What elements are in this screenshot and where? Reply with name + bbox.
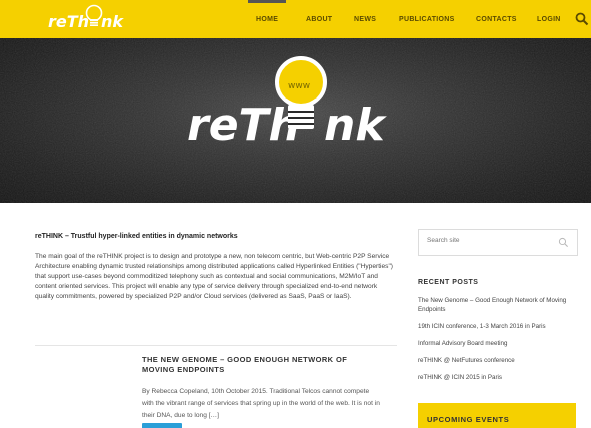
nav-contacts[interactable]: CONTACTS bbox=[476, 0, 517, 38]
recent-post-link[interactable]: reTHINK @ ICIN 2015 in Paris bbox=[418, 373, 583, 382]
recent-post-link[interactable]: 19th ICIN conference, 1-3 March 2016 in … bbox=[418, 322, 583, 331]
upcoming-events-heading: UPCOMING EVENTS bbox=[427, 415, 510, 424]
svg-text:reTh: reTh bbox=[187, 100, 300, 151]
recent-post-link[interactable]: The New Genome – Good Enough Network of … bbox=[418, 296, 583, 314]
recent-post-link[interactable]: Informal Advisory Board meeting bbox=[418, 339, 583, 348]
recent-post-link[interactable]: reTHINK @ NetFutures conference bbox=[418, 356, 583, 365]
hero-banner: reThink reTh nk ᴡᴡᴡ bbox=[0, 38, 591, 203]
post-excerpt: By Rebecca Copeland, 10th October 2015. … bbox=[142, 388, 380, 419]
svg-text:reTh: reTh bbox=[48, 12, 89, 31]
nav-about[interactable]: ABOUT bbox=[306, 0, 332, 38]
intro-title: reTHINK – Trustful hyper-linked entities… bbox=[35, 233, 238, 240]
divider bbox=[35, 345, 397, 346]
nav-home[interactable]: HOME bbox=[247, 0, 287, 38]
sidebar-search bbox=[418, 229, 578, 256]
search-input[interactable] bbox=[427, 237, 547, 244]
hero-logo: reTh nk ᴡᴡᴡ bbox=[187, 56, 387, 151]
top-navigation-bar: reThink reTh nk HOME ABOUT NEWS PUBLICAT… bbox=[0, 0, 591, 38]
logo-graphic: reTh nk bbox=[48, 4, 124, 31]
nav-publications[interactable]: PUBLICATIONS bbox=[399, 0, 455, 38]
upcoming-events-box: UPCOMING EVENTS bbox=[418, 403, 576, 428]
recent-posts-list: The New Genome – Good Enough Network of … bbox=[418, 296, 583, 390]
svg-text:ᴡᴡᴡ: ᴡᴡᴡ bbox=[288, 81, 310, 91]
intro-text: The main goal of the reTHINK project is … bbox=[35, 253, 393, 300]
svg-text:nk: nk bbox=[101, 12, 124, 31]
search-icon[interactable] bbox=[574, 11, 590, 27]
nav-login[interactable]: LOGIN bbox=[537, 0, 561, 38]
svg-text:nk: nk bbox=[324, 100, 387, 151]
nav-news[interactable]: NEWS bbox=[354, 0, 376, 38]
site-logo[interactable]: reThink reTh nk bbox=[40, 0, 130, 38]
search-icon[interactable] bbox=[558, 237, 569, 248]
post-title[interactable]: THE NEW GENOME – GOOD ENOUGH NETWORK OF … bbox=[142, 355, 382, 375]
recent-posts-heading: RECENT POSTS bbox=[418, 279, 479, 286]
read-more-button[interactable] bbox=[142, 423, 182, 428]
